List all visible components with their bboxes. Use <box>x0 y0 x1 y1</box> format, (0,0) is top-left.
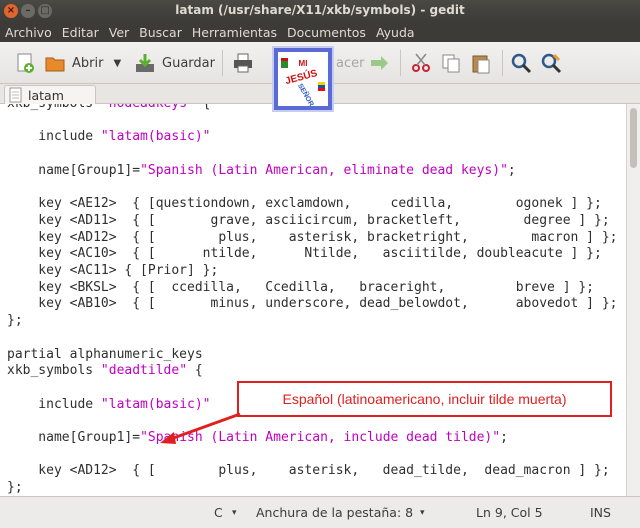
menu-bar: Archivo Editar Ver Buscar Herramientas D… <box>0 22 640 42</box>
new-button[interactable] <box>14 51 36 75</box>
code-line: key <AD11> { [ grave, asciicircum, brack… <box>7 212 610 228</box>
redo-button[interactable] <box>368 51 390 75</box>
code-line: key <AD12> { [ plus, asterisk, dead_tild… <box>7 463 610 479</box>
menu-ayuda[interactable]: Ayuda <box>371 25 420 40</box>
new-document-icon <box>14 52 36 74</box>
code-line: }; <box>7 313 23 329</box>
jesus-mi-senor-logo: MI JESÚS SEÑOR <box>272 46 334 112</box>
code-line: xkb_symbols "nodeadkeys" { <box>7 104 211 112</box>
open-label: Abrir <box>72 55 104 71</box>
code-line: key <AC11> { [Prior] }; <box>7 263 219 278</box>
toolbar-separator <box>400 50 401 76</box>
replace-button[interactable] <box>540 51 562 75</box>
status-bar: C ▾ Anchura de la pestaña: 8 ▾ Ln 9, Col… <box>0 496 640 528</box>
redo-arrow-icon <box>368 52 390 74</box>
code-line: name[Group1]="Spanish (Latin American, e… <box>7 162 516 178</box>
code-line: key <AE12> { [questiondown, exclamdown, … <box>7 196 602 212</box>
open-button[interactable]: Abrir ▼ <box>44 51 121 75</box>
code-line: }; <box>7 480 23 496</box>
menu-documentos[interactable]: Documentos <box>282 25 371 40</box>
undo-partial-label: acer <box>336 55 365 71</box>
document-icon <box>9 87 23 103</box>
chevron-down-icon[interactable]: ▾ <box>420 508 425 518</box>
tab-latam[interactable]: latam <box>4 85 96 104</box>
tab-width-selector[interactable]: Anchura de la pestaña: 8 <box>256 505 413 520</box>
logo-text-1: MI <box>299 59 308 68</box>
code-line: key <AD12> { [ plus, asterisk, bracketri… <box>7 229 618 245</box>
find-button[interactable] <box>510 51 532 75</box>
insert-mode: INS <box>590 505 611 520</box>
logo-text-2: SEÑOR <box>296 82 316 106</box>
cursor-position: Ln 9, Col 5 <box>476 505 543 520</box>
print-button[interactable] <box>232 51 254 75</box>
tab-label: latam <box>28 87 64 103</box>
code-line: partial alphanumeric_keys <box>7 346 203 362</box>
menu-herramientas[interactable]: Herramientas <box>187 25 282 40</box>
logo-graphic: MI JESÚS SEÑOR <box>281 58 325 108</box>
scissors-icon <box>410 52 432 74</box>
code-line: key <AC10> { [ ntilde, Ntilde, asciitild… <box>7 246 602 262</box>
toolbar-separator <box>502 50 503 76</box>
logo-inner: MI JESÚS SEÑOR <box>278 52 328 108</box>
menu-ver[interactable]: Ver <box>104 25 134 40</box>
title-bar: × – □ latam (/usr/share/X11/xkb/symbols)… <box>0 0 640 22</box>
scrollbar-thumb[interactable] <box>630 108 637 168</box>
search-icon <box>510 52 532 74</box>
vertical-scrollbar[interactable] <box>626 104 640 496</box>
printer-icon <box>232 52 254 74</box>
code-line: name[Group1]="Spanish (Latin American, i… <box>7 430 508 445</box>
annotation-callout: Español (latinoamericano, incluir tilde … <box>237 381 612 417</box>
folder-icon <box>44 52 66 74</box>
code-line: key <BKSL> { [ ccedilla, Ccedilla, brace… <box>7 279 594 295</box>
language-selector[interactable]: C <box>214 505 223 520</box>
cut-button[interactable] <box>410 51 432 75</box>
code-line: include "latam(basic)" <box>7 129 211 145</box>
save-icon <box>134 52 156 74</box>
save-button[interactable]: Guardar <box>134 51 215 75</box>
annotation-arrow <box>160 412 241 444</box>
text-editor[interactable]: xkb_symbols "nodeadkeys" { include "lata… <box>0 104 626 496</box>
menu-archivo[interactable]: Archivo <box>0 25 57 40</box>
chevron-down-icon[interactable]: ▾ <box>232 508 237 518</box>
chevron-down-icon[interactable]: ▼ <box>113 58 121 69</box>
copy-button[interactable] <box>440 51 462 75</box>
menu-buscar[interactable]: Buscar <box>134 25 187 40</box>
clipboard-icon <box>470 52 492 74</box>
paste-button[interactable] <box>470 51 492 75</box>
annotation-text: Español (latinoamericano, incluir tilde … <box>282 391 567 407</box>
toolbar-separator <box>222 50 223 76</box>
save-label: Guardar <box>162 55 215 71</box>
code-line: key <AB10> { [ minus, underscore, dead_b… <box>7 296 618 312</box>
search-replace-icon <box>540 52 562 74</box>
code-line: xkb_symbols "deadtilde" { <box>7 363 203 379</box>
copy-icon <box>440 52 462 74</box>
window-title: latam (/usr/share/X11/xkb/symbols) - ged… <box>175 3 465 17</box>
menu-editar[interactable]: Editar <box>57 25 104 40</box>
